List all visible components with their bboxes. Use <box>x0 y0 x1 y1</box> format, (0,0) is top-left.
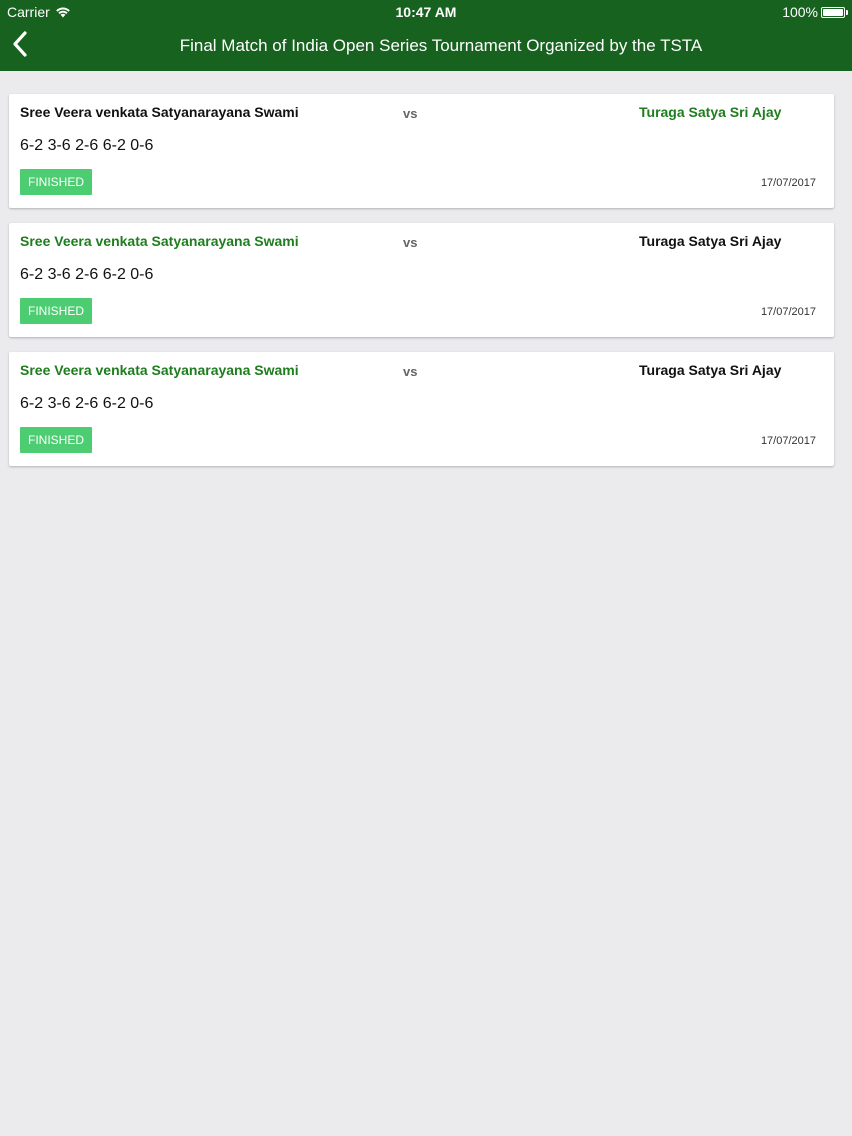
vs-label: vs <box>403 235 418 250</box>
vs-label: vs <box>403 364 418 379</box>
player-b-name: Turaga Satya Sri Ajay <box>639 233 782 249</box>
status-badge: FINISHED <box>20 169 93 195</box>
vs-label: vs <box>403 106 418 121</box>
player-a-name: Sree Veera venkata Satyanarayana Swami <box>20 104 299 120</box>
navigation-bar: Final Match of India Open Series Tournam… <box>0 24 852 71</box>
match-score: 6-2 3-6 2-6 6-2 0-6 <box>20 395 154 412</box>
match-card[interactable]: Sree Veera venkata Satyanarayana Swami v… <box>9 352 834 466</box>
status-badge: FINISHED <box>20 427 93 453</box>
match-list: Sree Veera venkata Satyanarayana Swami v… <box>9 94 834 481</box>
match-card[interactable]: Sree Veera venkata Satyanarayana Swami v… <box>9 223 834 337</box>
battery-indicator: 100% <box>782 4 848 20</box>
battery-icon <box>821 6 848 18</box>
top-bar: Carrier 10:47 AM 100% Final Match of Ind… <box>0 0 852 71</box>
match-score: 6-2 3-6 2-6 6-2 0-6 <box>20 137 154 154</box>
match-score: 6-2 3-6 2-6 6-2 0-6 <box>20 266 154 283</box>
page-title: Final Match of India Open Series Tournam… <box>179 36 703 55</box>
player-a-name: Sree Veera venkata Satyanarayana Swami <box>20 362 299 378</box>
back-button[interactable] <box>2 26 38 62</box>
status-time: 10:47 AM <box>395 4 457 20</box>
player-a-name: Sree Veera venkata Satyanarayana Swami <box>20 233 299 249</box>
player-b-name: Turaga Satya Sri Ajay <box>639 362 782 378</box>
match-date: 17/07/2017 <box>760 435 816 447</box>
chevron-left-icon <box>13 31 27 57</box>
status-badge: FINISHED <box>20 298 93 324</box>
battery-percent: 100% <box>782 4 818 20</box>
match-card[interactable]: Sree Veera venkata Satyanarayana Swami v… <box>9 94 834 208</box>
match-date: 17/07/2017 <box>760 306 816 318</box>
status-bar: Carrier 10:47 AM 100% <box>0 0 852 24</box>
player-b-name: Turaga Satya Sri Ajay <box>639 104 782 120</box>
match-date: 17/07/2017 <box>760 177 816 189</box>
